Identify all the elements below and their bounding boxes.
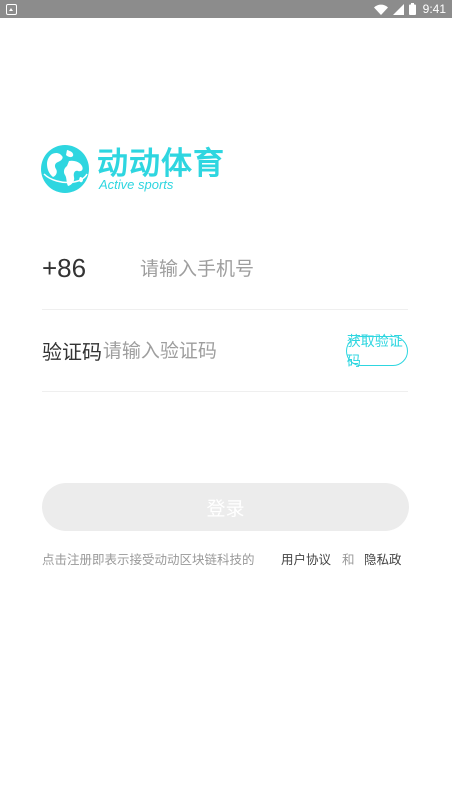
status-bar: 9:41 — [0, 0, 452, 18]
wifi-icon — [373, 4, 388, 15]
status-time: 9:41 — [422, 2, 446, 16]
battery-icon — [408, 3, 416, 15]
country-code[interactable]: +86 — [42, 253, 140, 284]
user-agreement-link[interactable]: 用户协议 — [281, 551, 331, 569]
globe-icon — [41, 145, 89, 193]
code-input[interactable] — [102, 339, 346, 362]
cellular-icon — [392, 3, 404, 15]
privacy-policy-link[interactable]: 隐私政策 — [364, 551, 408, 569]
phone-row: +86 — [42, 228, 408, 310]
code-row: 验证码 获取验证码 — [42, 310, 408, 392]
phone-input[interactable] — [140, 257, 408, 280]
agreement-prefix: 点击注册即表示接受动动区块链科技的 — [42, 552, 255, 567]
code-label: 验证码 — [42, 340, 102, 364]
agreement-and: 和 — [342, 552, 355, 567]
app-logo: 动动体育 Active sports — [40, 144, 227, 194]
login-button[interactable]: 登录 — [42, 483, 409, 531]
app-name-en: Active sports — [99, 177, 174, 192]
notification-icon — [6, 3, 17, 15]
get-code-button[interactable]: 获取验证码 — [345, 334, 408, 370]
